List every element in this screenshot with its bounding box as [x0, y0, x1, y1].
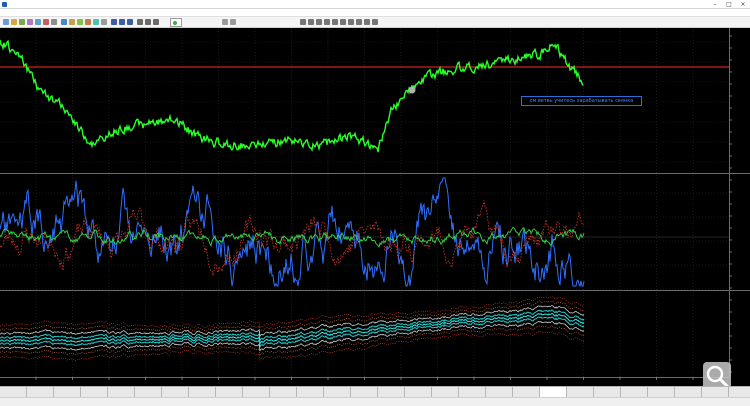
chart-background: [0, 28, 750, 386]
chart-tab[interactable]: [594, 387, 621, 397]
line-chart-icon[interactable]: [127, 19, 133, 25]
alerts-icon[interactable]: [85, 19, 91, 25]
chart-text-note[interactable]: см ветвь учитесь зарабатывать сеянка: [521, 96, 642, 106]
zoom-in-icon[interactable]: [137, 19, 143, 25]
label-tool-icon[interactable]: [364, 19, 370, 25]
autotrading-icon: [173, 21, 177, 25]
channel-tool-icon[interactable]: [340, 19, 346, 25]
chart-canvas[interactable]: [0, 28, 750, 386]
chart-tab[interactable]: [135, 387, 162, 397]
autotrading-button[interactable]: [170, 18, 182, 27]
chart-tab[interactable]: [216, 387, 243, 397]
chart-tab[interactable]: [567, 387, 594, 397]
chart-tab[interactable]: [351, 387, 378, 397]
chart-tab[interactable]: [378, 387, 405, 397]
profiles-icon[interactable]: [19, 19, 25, 25]
chart-tab[interactable]: [108, 387, 135, 397]
chart-tab[interactable]: [675, 387, 702, 397]
vline-tool-icon[interactable]: [316, 19, 322, 25]
app-icon: [2, 2, 7, 7]
chart-tab[interactable]: [189, 387, 216, 397]
settings-icon[interactable]: [101, 19, 107, 25]
chart-tab[interactable]: [432, 387, 459, 397]
chart-tab[interactable]: [702, 387, 729, 397]
cursor-icon[interactable]: [300, 19, 306, 25]
chart-tab[interactable]: [540, 387, 567, 397]
metaeditor-icon[interactable]: [69, 19, 75, 25]
market-watch-icon[interactable]: [35, 19, 41, 25]
zoom-out-icon[interactable]: [145, 19, 151, 25]
grid-icon[interactable]: [153, 19, 159, 25]
new-order-icon[interactable]: [61, 19, 67, 25]
text-tool-icon[interactable]: [356, 19, 362, 25]
toolbar: [0, 17, 750, 28]
signals-icon[interactable]: [77, 19, 83, 25]
navigator-icon[interactable]: [27, 19, 33, 25]
candles-icon[interactable]: [119, 19, 125, 25]
chart-tabs: [0, 386, 750, 397]
crosshair-icon[interactable]: [308, 19, 314, 25]
status-bar: [0, 397, 750, 406]
menu-bar: [0, 9, 750, 17]
maximize-icon[interactable]: □: [722, 0, 736, 9]
close-icon[interactable]: ×: [736, 0, 750, 9]
tester-icon[interactable]: [51, 19, 57, 25]
periods-icon[interactable]: [230, 19, 236, 25]
trade-marker[interactable]: [408, 86, 416, 94]
chart-tab[interactable]: [0, 387, 27, 397]
minimize-icon[interactable]: –: [708, 0, 722, 9]
chart-tab[interactable]: [324, 387, 351, 397]
trendline-tool-icon[interactable]: [332, 19, 338, 25]
arrow-tool-icon[interactable]: [372, 19, 378, 25]
open-icon[interactable]: [11, 19, 17, 25]
fibo-tool-icon[interactable]: [348, 19, 354, 25]
chart-tab[interactable]: [297, 387, 324, 397]
hline-tool-icon[interactable]: [324, 19, 330, 25]
indicators-icon[interactable]: [222, 19, 228, 25]
chart-tab[interactable]: [405, 387, 432, 397]
history-icon[interactable]: [93, 19, 99, 25]
chart-tab[interactable]: [648, 387, 675, 397]
chart-tab[interactable]: [243, 387, 270, 397]
chart-tab[interactable]: [486, 387, 513, 397]
chart-tab[interactable]: [81, 387, 108, 397]
terminal-icon[interactable]: [43, 19, 49, 25]
title-bar: – □ ×: [0, 0, 750, 9]
chart-tab[interactable]: [459, 387, 486, 397]
new-chart-icon[interactable]: [3, 19, 9, 25]
chart-tab[interactable]: [54, 387, 81, 397]
chart-tab[interactable]: [513, 387, 540, 397]
chart-tab[interactable]: [621, 387, 648, 397]
chart-tab[interactable]: [162, 387, 189, 397]
chart-tab[interactable]: [27, 387, 54, 397]
chart-tab[interactable]: [729, 387, 750, 397]
bar-chart-icon[interactable]: [111, 19, 117, 25]
chart-tab[interactable]: [270, 387, 297, 397]
